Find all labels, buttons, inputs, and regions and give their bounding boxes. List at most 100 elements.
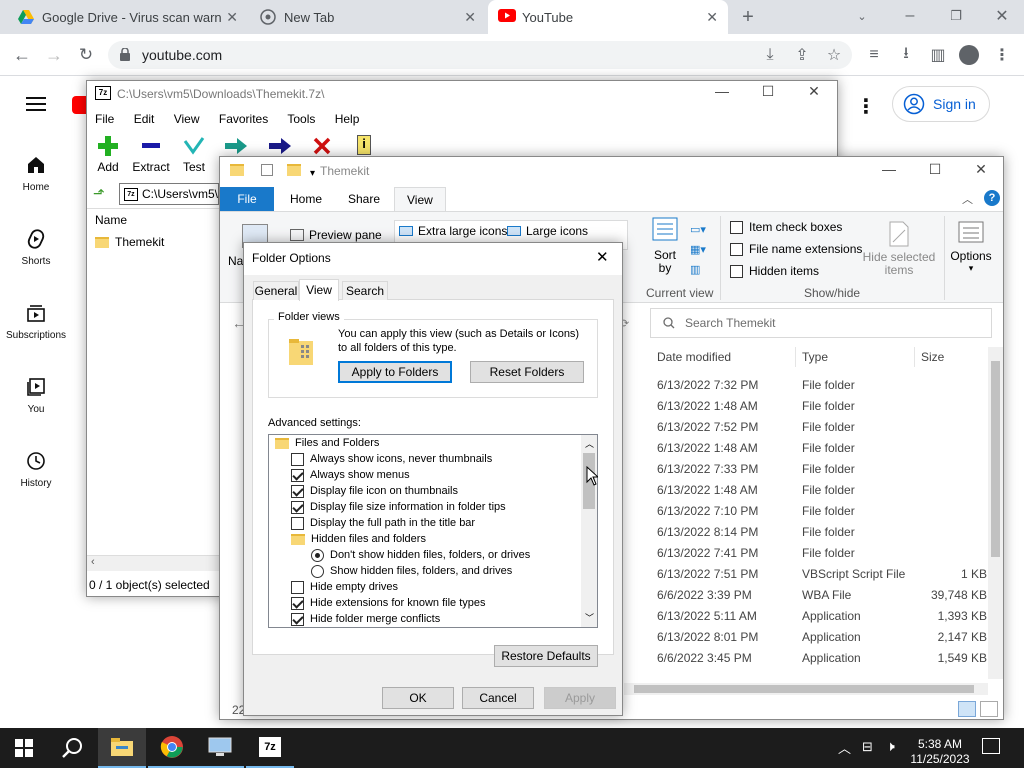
tab-youtube[interactable]: YouTube ✕: [488, 0, 728, 34]
file-name-extensions-option[interactable]: File name extensions: [730, 242, 862, 256]
hidden-items-option[interactable]: Hidden items: [730, 264, 819, 278]
table-row[interactable]: 6/13/2022 7:52 PM File folder: [657, 417, 987, 438]
up-folder-icon[interactable]: ⬏: [93, 185, 111, 203]
layout-large-icons[interactable]: Large icons: [507, 224, 588, 238]
navigation-pane-label[interactable]: Na: [228, 254, 243, 268]
ribbon-tab-view[interactable]: View: [394, 187, 446, 211]
options-button[interactable]: Options ▾: [948, 220, 994, 274]
table-row[interactable]: 6/13/2022 7:33 PM File folder: [657, 459, 987, 480]
layout-extra-large-icons[interactable]: Extra large icons: [399, 224, 507, 238]
menu-view[interactable]: View: [174, 112, 200, 126]
sort-by-button[interactable]: Sort by: [648, 216, 682, 275]
list-item[interactable]: Display file icon on thumbnails: [269, 483, 597, 499]
unchecked-checkbox[interactable]: [291, 452, 304, 466]
checked-checkbox[interactable]: [291, 484, 304, 498]
list-item[interactable]: Themekit: [95, 235, 164, 249]
bookmark-star-icon[interactable]: ☆: [820, 41, 848, 69]
checked-checkbox[interactable]: [291, 500, 304, 514]
checked-checkbox[interactable]: [291, 596, 304, 610]
new-folder-icon[interactable]: [286, 164, 301, 176]
youtube-logo-icon[interactable]: [72, 96, 86, 114]
list-item[interactable]: Display the full path in the title bar: [269, 515, 597, 531]
hamburger-menu-icon[interactable]: [26, 97, 46, 111]
ribbon-tab-share[interactable]: Share: [336, 187, 392, 211]
vertical-scrollbar[interactable]: [988, 347, 1003, 679]
nav-shorts[interactable]: Shorts: [0, 228, 72, 267]
new-tab-plus-icon[interactable]: +: [734, 3, 762, 31]
cancel-button[interactable]: Cancel: [462, 687, 534, 709]
list-item[interactable]: Hide extensions for known file types: [269, 595, 597, 611]
volume-muted-icon[interactable]: 🕨: [886, 738, 895, 755]
close-tab-icon[interactable]: ✕: [706, 9, 718, 26]
column-type[interactable]: Type: [802, 350, 828, 364]
start-button[interactable]: [0, 728, 48, 768]
column-divider[interactable]: [914, 347, 915, 367]
table-row[interactable]: 6/13/2022 7:41 PM File folder: [657, 543, 987, 564]
profile-avatar-icon[interactable]: [959, 45, 979, 65]
group-by-icons[interactable]: ▭▾ ▦▾ ▥: [690, 220, 706, 280]
minimize-button[interactable]: —: [866, 161, 912, 177]
apply-to-folders-button[interactable]: Apply to Folders: [338, 361, 452, 383]
ribbon-tab-home[interactable]: Home: [278, 187, 334, 211]
advanced-scrollbar[interactable]: ︿ ﹀: [581, 435, 597, 627]
taskbar-remote-desktop[interactable]: [196, 728, 244, 768]
side-panel-icon[interactable]: ▥: [924, 41, 952, 69]
list-item[interactable]: Show hidden files, folders, and drives: [269, 563, 597, 579]
restore-defaults-button[interactable]: Restore Defaults: [494, 645, 598, 667]
move-arrow-icon[interactable]: [269, 137, 291, 158]
taskbar-search-button[interactable]: [48, 728, 96, 768]
item-check-boxes-checkbox[interactable]: [730, 220, 743, 234]
horizontal-scrollbar[interactable]: [624, 683, 988, 695]
table-row[interactable]: 6/13/2022 8:14 PM File folder: [657, 522, 987, 543]
list-item[interactable]: Always show menus: [269, 467, 597, 483]
extract-button[interactable]: Extract: [131, 135, 171, 174]
scroll-left-icon[interactable]: ‹: [91, 556, 95, 568]
unchecked-checkbox[interactable]: [291, 516, 304, 530]
nav-history[interactable]: History: [0, 450, 72, 489]
column-name[interactable]: Name: [95, 213, 127, 227]
item-check-boxes-option[interactable]: Item check boxes: [730, 220, 842, 234]
delete-x-icon[interactable]: [313, 137, 331, 158]
table-row[interactable]: 6/13/2022 5:11 AM Application 1,393 KB: [657, 606, 987, 627]
dialog-close-icon[interactable]: ✕: [596, 248, 609, 266]
large-icons-view-icon[interactable]: [980, 701, 998, 717]
scroll-down-icon[interactable]: ﹀: [585, 611, 594, 624]
table-row[interactable]: 6/6/2022 3:39 PM WBA File 39,748 KB: [657, 585, 987, 606]
chrome-menu-icon[interactable]: ⋮: [988, 41, 1016, 69]
restore-icon[interactable]: ❐: [942, 2, 970, 30]
ok-button[interactable]: OK: [382, 687, 454, 709]
share-icon[interactable]: ⇪: [788, 41, 816, 69]
table-row[interactable]: 6/13/2022 1:48 AM File folder: [657, 438, 987, 459]
clock[interactable]: 5:38 AM 11/25/2023: [908, 737, 972, 767]
selected-radio[interactable]: [311, 548, 324, 562]
table-row[interactable]: 6/13/2022 7:10 PM File folder: [657, 501, 987, 522]
checked-checkbox[interactable]: [291, 468, 304, 482]
unselected-radio[interactable]: [311, 564, 324, 578]
column-divider[interactable]: [795, 347, 796, 367]
copy-arrow-icon[interactable]: [225, 137, 247, 158]
maximize-button[interactable]: ☐: [912, 161, 958, 178]
table-row[interactable]: 6/6/2022 3:45 PM Application 1,549 KB: [657, 648, 987, 669]
close-button[interactable]: ✕: [791, 83, 837, 100]
search-box[interactable]: Search Themekit: [650, 308, 992, 338]
sign-in-button[interactable]: Sign in: [892, 86, 990, 122]
collapse-ribbon-icon[interactable]: ︿: [962, 191, 973, 207]
column-date-modified[interactable]: Date modified: [657, 350, 731, 364]
menu-help[interactable]: Help: [335, 112, 360, 126]
list-item[interactable]: Don't show hidden files, folders, or dri…: [269, 547, 597, 563]
apply-button[interactable]: Apply: [544, 687, 616, 709]
close-window-icon[interactable]: ✕: [988, 2, 1016, 30]
add-button[interactable]: Add: [93, 135, 123, 174]
ribbon-tab-file[interactable]: File: [220, 187, 274, 211]
yt-settings-dots-icon[interactable]: ⋮: [856, 94, 876, 119]
taskbar-file-explorer[interactable]: [98, 728, 146, 768]
minimize-icon[interactable]: –: [896, 2, 924, 30]
list-item[interactable]: Always show icons, never thumbnails: [269, 451, 597, 467]
table-row[interactable]: 6/13/2022 1:48 AM File folder: [657, 480, 987, 501]
checked-checkbox[interactable]: [291, 612, 304, 626]
hide-selected-items-button[interactable]: Hide selected items: [862, 220, 936, 277]
table-row[interactable]: 6/13/2022 7:51 PM VBScript Script File 1 K…: [657, 564, 987, 585]
details-view-icon[interactable]: [958, 701, 976, 717]
file-name-extensions-checkbox[interactable]: [730, 242, 743, 256]
reload-icon[interactable]: ↻: [72, 41, 100, 69]
